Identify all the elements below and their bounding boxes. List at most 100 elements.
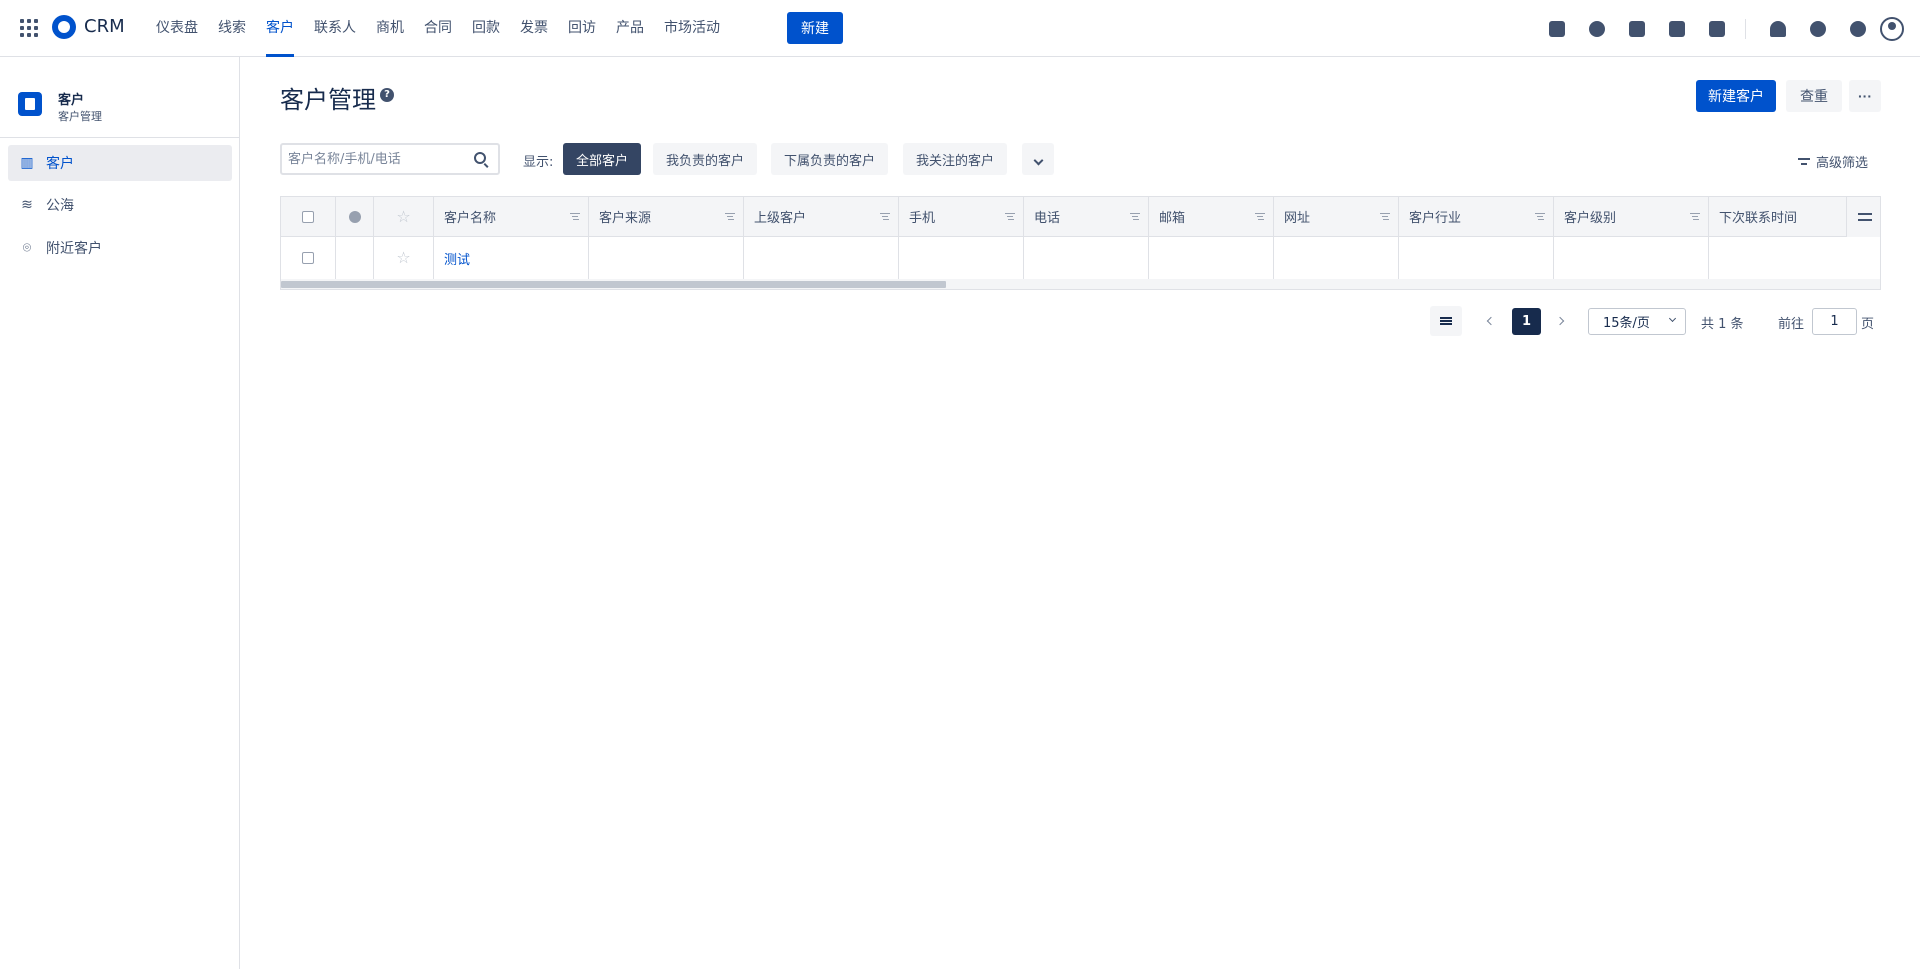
sidebar-item-nearby[interactable]: ⌾ 附近客户 <box>8 230 232 266</box>
goto-page-input[interactable] <box>1812 308 1857 335</box>
column-filter-icon[interactable] <box>1130 212 1140 221</box>
row-star-cell: ☆ <box>374 237 434 279</box>
list-view-button[interactable] <box>1430 306 1462 336</box>
more-actions-button[interactable]: ··· <box>1849 80 1881 112</box>
sidebar-item-label: 附近客户 <box>46 241 102 257</box>
current-page-button[interactable]: 1 <box>1512 308 1541 335</box>
duplicate-check-button[interactable]: 查重 <box>1786 80 1842 112</box>
search-input[interactable] <box>282 145 462 173</box>
nav-item-products[interactable]: 产品 <box>606 0 654 57</box>
page-size-select[interactable]: 15条/页 <box>1588 308 1686 335</box>
column-settings-button[interactable] <box>1846 197 1880 237</box>
sidebar-subtitle: 客户管理 <box>58 110 102 123</box>
column-header-website[interactable]: 网址 <box>1274 197 1399 236</box>
scrollbar-thumb[interactable] <box>281 281 946 288</box>
app-switcher-icon[interactable] <box>20 19 38 37</box>
next-page-button[interactable] <box>1549 306 1571 336</box>
calendar-icon[interactable] <box>1709 20 1725 37</box>
column-label: 客户级别 <box>1564 211 1617 226</box>
cell-next-contact <box>1709 237 1880 279</box>
chevron-right-icon <box>1555 316 1565 326</box>
page-title: 客户管理 <box>280 86 376 114</box>
location-pin-icon: ⌾ <box>22 240 32 256</box>
column-header-source[interactable]: 客户来源 <box>589 197 744 236</box>
row-select-cell <box>281 237 336 279</box>
nav-item-opportunities[interactable]: 商机 <box>366 0 414 57</box>
pagination: 1 15条/页 共 1 条 前往 页 <box>0 306 1920 336</box>
select-all-checkbox[interactable] <box>302 210 314 223</box>
column-header-industry[interactable]: 客户行业 <box>1399 197 1554 236</box>
sidebar-item-label: 客户 <box>46 156 74 172</box>
column-filter-icon[interactable] <box>1690 212 1700 221</box>
advanced-filter-link[interactable]: 高级筛选 <box>1797 152 1868 171</box>
avatar-icon[interactable] <box>1880 16 1904 41</box>
filter-more-dropdown[interactable] <box>1022 143 1054 175</box>
column-label: 网址 <box>1284 211 1311 226</box>
column-label: 下次联系时间 <box>1719 211 1798 226</box>
new-customer-button[interactable]: 新建客户 <box>1696 80 1776 112</box>
nav-item-marketing[interactable]: 市场活动 <box>654 0 730 57</box>
page-size-value: 15条/页 <box>1603 316 1650 331</box>
follow-star-icon[interactable]: ☆ <box>396 250 410 266</box>
search-box <box>280 143 500 175</box>
contact-icon[interactable] <box>1589 20 1605 37</box>
column-filter-icon[interactable] <box>1535 212 1545 221</box>
nav-item-payments[interactable]: 回款 <box>462 0 510 57</box>
cell-industry <box>1399 237 1554 279</box>
select-all-cell <box>281 197 336 236</box>
nav-item-customers[interactable]: 客户 <box>256 0 304 57</box>
column-filter-icon[interactable] <box>725 212 735 221</box>
waves-icon: ≋ <box>21 197 33 213</box>
note-icon[interactable] <box>1629 20 1645 37</box>
bell-icon[interactable] <box>1770 20 1786 37</box>
sidebar-item-public-pool[interactable]: ≋ 公海 <box>8 187 232 223</box>
column-filter-icon[interactable] <box>570 212 580 221</box>
phone-icon[interactable] <box>1669 20 1685 37</box>
table-header: ☆ 客户名称 客户来源 上级客户 手机 电话 邮箱 网址 客户行业 客户级别 下… <box>281 197 1880 237</box>
row-checkbox[interactable] <box>302 252 314 264</box>
column-header-email[interactable]: 邮箱 <box>1149 197 1274 236</box>
column-header-phone[interactable]: 电话 <box>1024 197 1149 236</box>
star-icon: ☆ <box>396 206 411 226</box>
total-count: 共 1 条 <box>1701 317 1744 332</box>
column-filter-icon[interactable] <box>880 212 890 221</box>
nav-item-dashboard[interactable]: 仪表盘 <box>146 0 208 57</box>
column-filter-icon[interactable] <box>1380 212 1390 221</box>
task-icon[interactable] <box>1549 20 1565 37</box>
prev-page-button[interactable] <box>1480 306 1502 336</box>
brand-name: CRM <box>84 16 125 37</box>
sidebar-title: 客户 <box>58 93 85 108</box>
column-filter-icon[interactable] <box>1255 212 1265 221</box>
column-filter-icon[interactable] <box>1005 212 1015 221</box>
create-new-button[interactable]: 新建 <box>787 12 843 44</box>
column-header-level[interactable]: 客户级别 <box>1554 197 1709 236</box>
filter-followed-customers[interactable]: 我关注的客户 <box>903 143 1008 175</box>
filter-all-customers[interactable]: 全部客户 <box>563 143 642 175</box>
table-row[interactable]: ☆ 测试 <box>281 237 1880 279</box>
column-header-next-contact[interactable]: 下次联系时间 <box>1709 197 1846 236</box>
column-header-parent[interactable]: 上级客户 <box>744 197 899 236</box>
building-icon: ▥ <box>20 155 34 171</box>
crm-logo-icon[interactable] <box>52 15 76 39</box>
nav-item-contacts[interactable]: 联系人 <box>304 0 366 57</box>
nav-item-visits[interactable]: 回访 <box>558 0 606 57</box>
column-label: 客户来源 <box>599 211 652 226</box>
help-icon[interactable] <box>1810 20 1826 37</box>
search-icon[interactable] <box>474 152 486 164</box>
nav-item-contracts[interactable]: 合同 <box>414 0 462 57</box>
settings-icon[interactable] <box>1850 20 1866 37</box>
help-icon[interactable]: ? <box>380 88 394 102</box>
customer-name-link[interactable]: 测试 <box>444 249 470 268</box>
filter-my-customers[interactable]: 我负责的客户 <box>653 143 758 175</box>
chevron-down-icon <box>1668 314 1677 323</box>
nav-item-invoices[interactable]: 发票 <box>510 0 558 57</box>
column-header-mobile[interactable]: 手机 <box>899 197 1024 236</box>
filter-subordinate-customers[interactable]: 下属负责的客户 <box>771 143 889 175</box>
sidebar: 客户 客户管理 ▥ 客户 ≋ 公海 ⌾ 附近客户 <box>0 57 240 969</box>
goto-suffix: 页 <box>1861 317 1875 332</box>
nav-item-leads[interactable]: 线索 <box>208 0 256 57</box>
column-header-name[interactable]: 客户名称 <box>434 197 589 236</box>
sidebar-item-customers[interactable]: ▥ 客户 <box>8 145 232 181</box>
horizontal-scrollbar[interactable] <box>281 279 1880 289</box>
column-label: 客户名称 <box>444 211 497 226</box>
